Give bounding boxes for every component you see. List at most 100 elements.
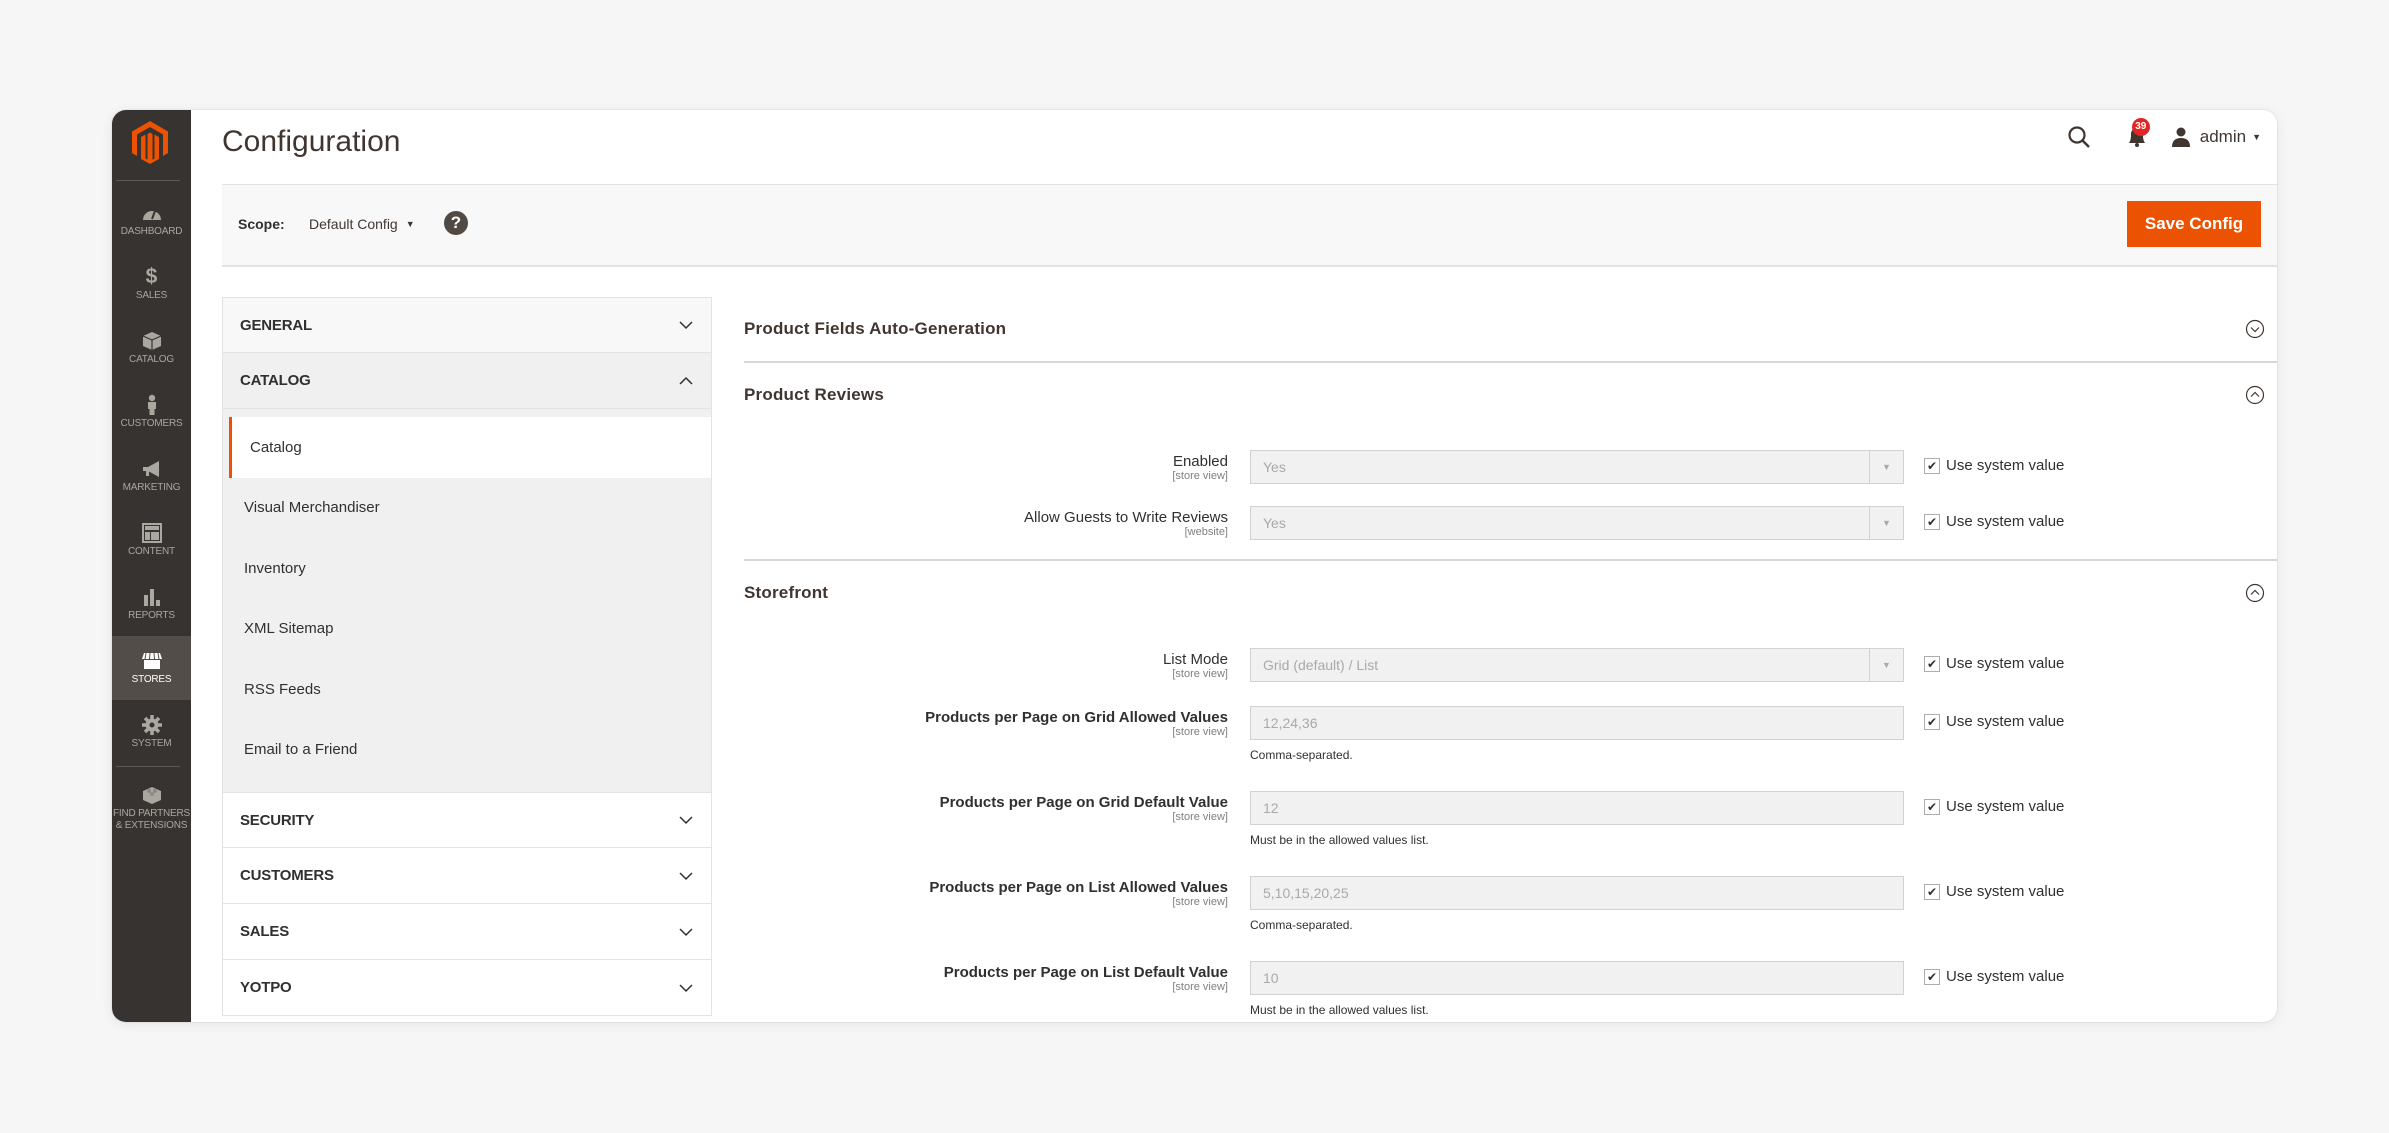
use-system-value-checkbox[interactable]: ✔ Use system value bbox=[1924, 798, 2064, 815]
caret-down-icon: ▼ bbox=[405, 219, 415, 229]
menu-item-reports[interactable]: Reports bbox=[112, 572, 191, 636]
nav-group-label: Catalog bbox=[240, 372, 311, 389]
nav-item-catalog[interactable]: Catalog bbox=[229, 417, 711, 478]
nav-group-security[interactable]: Security bbox=[222, 792, 712, 848]
use-system-value-checkbox[interactable]: ✔ Use system value bbox=[1924, 655, 2064, 672]
field-scope: [store view] bbox=[1172, 470, 1228, 482]
menu-item-customers[interactable]: Customers bbox=[112, 380, 191, 444]
user-name: admin bbox=[2199, 127, 2247, 146]
nav-group-label: General bbox=[240, 316, 312, 334]
field-list-mode: List Mode [store view] Grid (default) / … bbox=[744, 643, 2277, 701]
nav-group-label: Yotpo bbox=[240, 979, 292, 996]
use-system-value-checkbox[interactable]: ✔ Use system value bbox=[1924, 713, 2064, 730]
chevron-up-icon bbox=[679, 376, 693, 385]
notifications-badge: 39 bbox=[2131, 118, 2150, 136]
checkbox-checked-icon: ✔ bbox=[1924, 883, 1940, 900]
chevron-down-icon bbox=[679, 816, 693, 825]
nav-group-customers[interactable]: Customers bbox=[222, 848, 712, 904]
use-system-value-checkbox[interactable]: ✔ Use system value bbox=[1924, 457, 2064, 474]
nav-item-visual-merchandiser[interactable]: Visual Merchandiser bbox=[223, 478, 711, 539]
list-allowed-values-input[interactable]: 5,10,15,20,25 bbox=[1250, 876, 1904, 910]
lego-brick-icon bbox=[142, 787, 161, 804]
nav-item-inventory[interactable]: Inventory bbox=[223, 538, 711, 599]
reviews-enabled-select[interactable]: Yes ▼ bbox=[1250, 450, 1904, 484]
section-title: Storefront bbox=[744, 583, 829, 602]
checkbox-label: Use system value bbox=[1946, 513, 2065, 530]
checkbox-checked-icon: ✔ bbox=[1924, 513, 1940, 530]
magento-logo[interactable] bbox=[130, 120, 170, 164]
config-nav: General Catalog Catalog Visual Merchandi… bbox=[222, 297, 712, 1016]
list-default-value-input[interactable]: 10 bbox=[1250, 961, 1904, 995]
save-config-button[interactable]: Save Config bbox=[2127, 201, 2261, 247]
field-note: Must be in the allowed values list. bbox=[1250, 1003, 1429, 1017]
use-system-value-checkbox[interactable]: ✔ Use system value bbox=[1924, 883, 2064, 900]
field-scope: [website] bbox=[1184, 526, 1228, 538]
use-system-value-checkbox[interactable]: ✔ Use system value bbox=[1924, 968, 2064, 985]
nav-group-yotpo[interactable]: Yotpo bbox=[222, 960, 712, 1016]
menu-item-label: Stores bbox=[131, 674, 172, 685]
menu-item-label: Customers bbox=[120, 418, 183, 429]
nav-group-sales[interactable]: Sales bbox=[222, 904, 712, 960]
notifications-button[interactable]: 39 bbox=[2124, 118, 2150, 150]
nav-item-xml-sitemap[interactable]: XML Sitemap bbox=[223, 599, 711, 660]
field-scope: [store view] bbox=[1172, 981, 1228, 993]
checkbox-checked-icon: ✔ bbox=[1924, 713, 1940, 730]
menu-item-sales[interactable]: $ Sales bbox=[112, 252, 191, 316]
menu-item-stores[interactable]: Stores bbox=[112, 636, 191, 700]
menu-item-label: System bbox=[131, 738, 172, 749]
checkbox-label: Use system value bbox=[1946, 968, 2065, 985]
menu-item-content[interactable]: Content bbox=[112, 508, 191, 572]
nav-group-catalog[interactable]: Catalog bbox=[222, 353, 712, 409]
nav-group-general[interactable]: General bbox=[222, 297, 712, 353]
scope-switcher[interactable]: Default Config ▼ bbox=[309, 216, 415, 232]
nav-item-email-to-a-friend[interactable]: Email to a Friend bbox=[223, 720, 711, 781]
help-icon[interactable]: ? bbox=[444, 211, 468, 235]
nav-item-rss-feeds[interactable]: RSS Feeds bbox=[223, 659, 711, 720]
section-title: Product Reviews bbox=[744, 385, 884, 404]
menu-item-label: Catalog bbox=[129, 354, 174, 365]
dashboard-icon bbox=[142, 210, 161, 220]
menu-item-catalog[interactable]: Catalog bbox=[112, 316, 191, 380]
page-title: Configuration bbox=[222, 125, 401, 158]
grid-default-value-input[interactable]: 12 bbox=[1250, 791, 1904, 825]
box-icon bbox=[142, 332, 161, 350]
collapse-circle-icon bbox=[2245, 583, 2265, 603]
menu-item-system[interactable]: System bbox=[112, 700, 191, 764]
list-mode-select[interactable]: Grid (default) / List ▼ bbox=[1250, 648, 1904, 682]
scope-label: Scope: bbox=[238, 216, 285, 232]
menu-item-label: Find Partners bbox=[112, 808, 191, 819]
menu-item-marketing[interactable]: Marketing bbox=[112, 444, 191, 508]
admin-window: Dashboard $ Sales Catalog Customers Mark… bbox=[112, 110, 2277, 1022]
user-menu[interactable]: admin ▼ bbox=[2170, 126, 2261, 148]
field-scope: [store view] bbox=[1172, 726, 1228, 738]
chevron-down-icon bbox=[679, 321, 693, 330]
section-auto-generation-header[interactable]: Product Fields Auto-Generation bbox=[744, 297, 2277, 361]
admin-menu: Dashboard $ Sales Catalog Customers Mark… bbox=[112, 110, 191, 1022]
dollar-icon: $ bbox=[145, 265, 158, 288]
menu-item-dashboard[interactable]: Dashboard bbox=[112, 188, 191, 252]
field-scope: [store view] bbox=[1172, 668, 1228, 680]
menu-item-label: Content bbox=[128, 546, 175, 557]
menu-item-label: Sales bbox=[135, 290, 168, 301]
use-system-value-checkbox[interactable]: ✔ Use system value bbox=[1924, 513, 2064, 530]
chevron-down-icon bbox=[679, 983, 693, 992]
field-label: Products per Page on List Default Value bbox=[943, 964, 1228, 981]
field-label: Products per Page on List Allowed Values bbox=[929, 879, 1228, 896]
menu-item-label: Marketing bbox=[122, 482, 181, 493]
section-storefront-header[interactable]: Storefront bbox=[744, 561, 2277, 625]
nav-group-label: Customers bbox=[240, 867, 334, 884]
section-product-reviews-header[interactable]: Product Reviews bbox=[744, 363, 2277, 427]
collapse-circle-icon bbox=[2245, 385, 2265, 405]
checkbox-checked-icon: ✔ bbox=[1924, 798, 1940, 815]
allow-guests-select[interactable]: Yes ▼ bbox=[1250, 506, 1904, 540]
field-list-allowed-values: Products per Page on List Allowed Values… bbox=[744, 871, 2277, 956]
checkbox-checked-icon: ✔ bbox=[1924, 457, 1940, 474]
search-icon[interactable] bbox=[2066, 124, 2092, 150]
grid-allowed-values-input[interactable]: 12,24,36 bbox=[1250, 706, 1904, 740]
expand-circle-icon bbox=[2245, 319, 2265, 339]
menu-item-find-partners[interactable]: Find Partners & Extensions bbox=[112, 770, 191, 846]
checkbox-label: Use system value bbox=[1946, 798, 2065, 815]
select-value: Grid (default) / List bbox=[1263, 657, 1379, 673]
nav-group-label: Sales bbox=[240, 923, 290, 940]
scope-value: Default Config bbox=[309, 216, 398, 232]
